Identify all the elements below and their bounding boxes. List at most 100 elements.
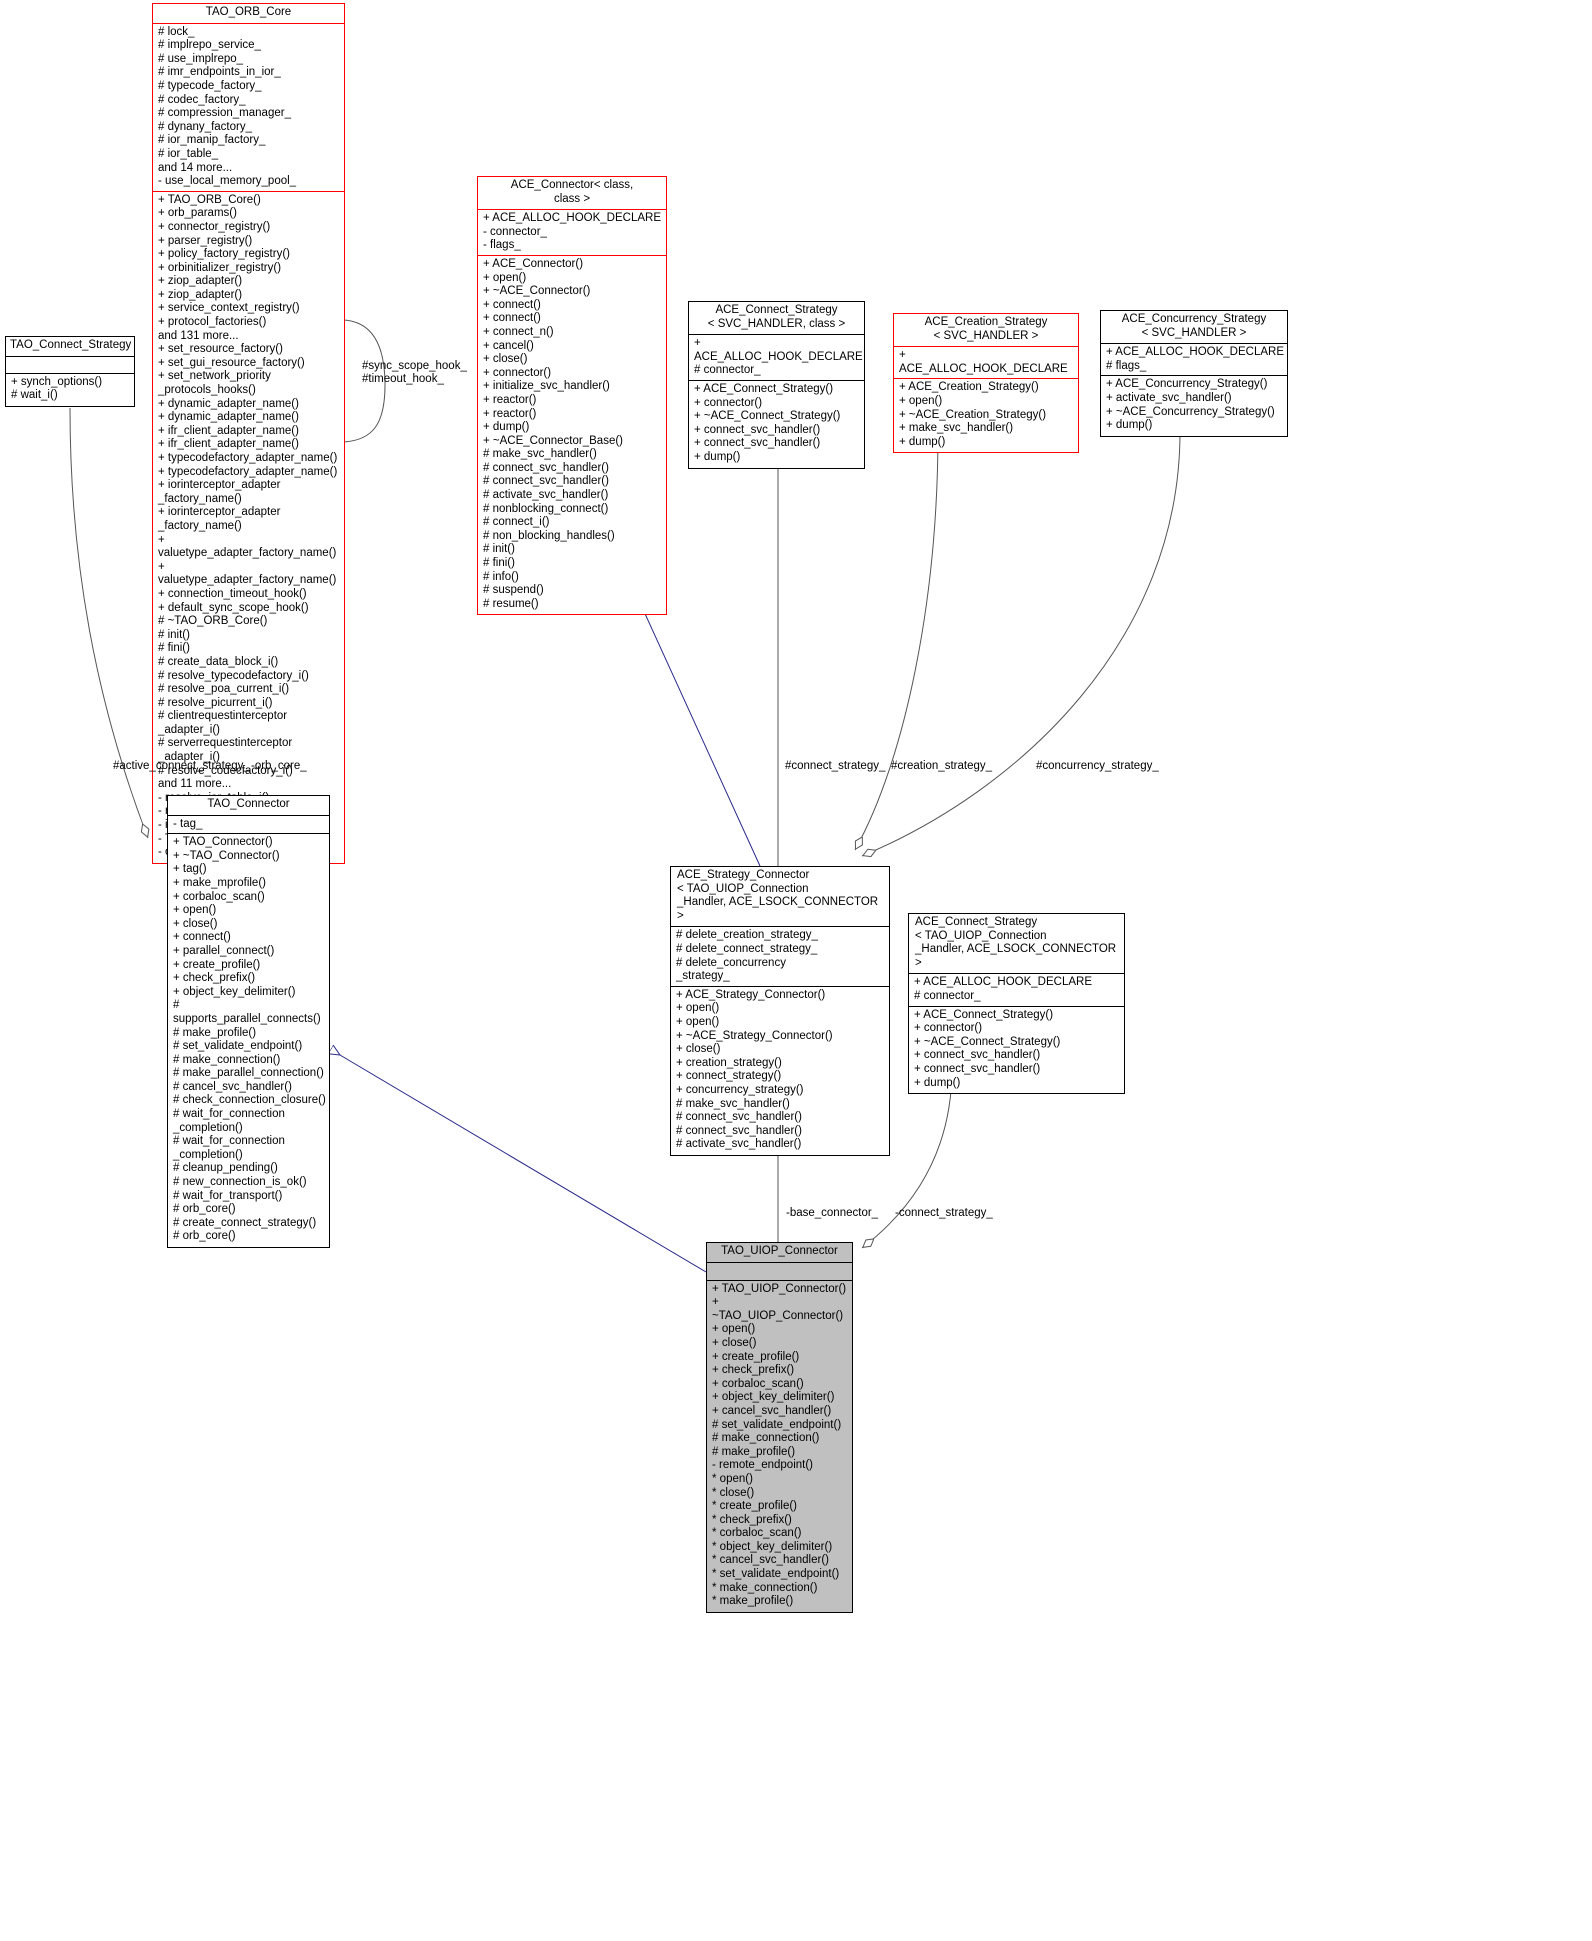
operation-row: + tag() xyxy=(173,863,207,876)
operation-row: + close() xyxy=(712,1336,757,1349)
operation-row: # new_connection_is_ok() xyxy=(173,1176,307,1189)
operation-row: + ifr_client_adapter_name() xyxy=(158,424,299,437)
class-box-ace-strategy-connector[interactable]: ACE_Strategy_Connector < TAO_UIOP_Connec… xyxy=(670,866,890,1156)
operation-row: * close() xyxy=(712,1486,755,1499)
attribute-row: - connector_ xyxy=(483,225,547,238)
operation-row-more: and 131 more... xyxy=(158,329,239,342)
operation-row: + activate_svc_handler() xyxy=(1106,391,1232,404)
operation-row: # orb_core() xyxy=(173,1230,236,1243)
operation-row: # make_connection() xyxy=(173,1053,281,1066)
class-attributes-tao-connector: - tag_ xyxy=(168,816,329,835)
operation-row: + synch_options() xyxy=(11,375,103,388)
attribute-row: # codec_factory_ xyxy=(158,93,246,106)
operation-row: + ACE_Concurrency_Strategy() xyxy=(1106,378,1268,391)
operation-row: # make_parallel_connection() xyxy=(173,1067,324,1080)
class-attributes-tao-uiop-connector xyxy=(707,1263,852,1281)
operation-row: + dump() xyxy=(483,421,530,434)
operation-row: + TAO_UIOP_Connector() xyxy=(712,1282,847,1295)
operation-row: + TAO_ORB_Core() xyxy=(158,193,261,206)
attribute-row: # ior_table_ xyxy=(158,147,219,160)
attribute-row: - use_local_memory_pool_ xyxy=(158,175,297,188)
operation-row: + object_key_delimiter() xyxy=(712,1391,835,1404)
operation-row: # connect_svc_handler() xyxy=(483,461,609,474)
operation-row: * open() xyxy=(712,1472,753,1485)
operation-row: + default_sync_scope_hook() xyxy=(158,601,309,614)
operation-row: # make_profile() xyxy=(712,1445,796,1458)
operation-row: + ~ACE_Connector() xyxy=(483,285,591,298)
operation-row: # resolve_poa_current_i() xyxy=(158,683,290,696)
operation-row: # nonblocking_connect() xyxy=(483,502,609,515)
operation-row: # set_validate_endpoint() xyxy=(173,1040,303,1053)
edge-label-sync-scope-timeout-hook: #sync_scope_hook_ #timeout_hook_ xyxy=(362,360,467,385)
operation-row: + typecodefactory_adapter_name() xyxy=(158,465,338,478)
operation-row: + connection_timeout_hook() xyxy=(158,587,307,600)
operation-row: + set_network_priority _protocols_hooks(… xyxy=(158,370,271,397)
class-attributes-ace-connect-strategy-uiop: + ACE_ALLOC_HOOK_DECLARE # connector_ xyxy=(909,974,1124,1007)
operation-row: + connect_strategy() xyxy=(676,1070,782,1083)
attribute-row: # connector_ xyxy=(914,989,981,1002)
operation-row: * create_profile() xyxy=(712,1500,798,1513)
class-box-ace-concurrency-strategy[interactable]: ACE_Concurrency_Strategy < SVC_HANDLER >… xyxy=(1100,310,1288,437)
operation-row: # wait_i() xyxy=(11,389,58,402)
class-attributes-ace-connector: + ACE_ALLOC_HOOK_DECLARE - connector_ - … xyxy=(478,210,666,256)
attribute-row: # dynany_factory_ xyxy=(158,120,252,133)
attribute-row: + ACE_ALLOC_HOOK_DECLARE xyxy=(694,337,863,363)
operation-row: + ~TAO_UIOP_Connector() xyxy=(712,1296,844,1322)
class-title-tao-connector: TAO_Connector xyxy=(168,796,329,816)
operation-row: + ~ACE_Connect_Strategy() xyxy=(694,410,841,423)
class-box-ace-connect-strategy-uiop[interactable]: ACE_Connect_Strategy < TAO_UIOP_Connecti… xyxy=(908,913,1125,1095)
operation-row: + open() xyxy=(899,394,943,407)
operation-row: + typecodefactory_adapter_name() xyxy=(158,452,338,464)
operation-row: + create_profile() xyxy=(712,1350,800,1363)
operation-row: # init() xyxy=(158,628,190,641)
operation-row: + dump() xyxy=(1106,419,1153,432)
operation-row: # resolve_typecodefactory_i() xyxy=(158,669,309,682)
operation-row: + policy_factory_registry() xyxy=(158,248,290,261)
class-box-ace-creation-strategy[interactable]: ACE_Creation_Strategy < SVC_HANDLER > + … xyxy=(893,313,1079,454)
attribute-row: # lock_ xyxy=(158,25,195,38)
operation-row: # supports_parallel_connects() xyxy=(173,999,321,1025)
operation-row: + ziop_adapter() xyxy=(158,288,243,301)
operation-row: + parser_registry() xyxy=(158,234,253,247)
operation-row: + make_mprofile() xyxy=(173,876,266,889)
class-attributes-ace-concurrency-strategy: + ACE_ALLOC_HOOK_DECLARE # flags_ xyxy=(1101,344,1287,377)
operation-row: + valuetype_adapter_factory_name() xyxy=(158,533,337,560)
edge-label-base-connector: -base_connector_ xyxy=(786,1207,879,1219)
operation-row: + ~ACE_Connector_Base() xyxy=(483,434,623,447)
class-attributes-tao-orb-core: # lock_ # implrepo_service_ # use_implre… xyxy=(153,24,344,192)
class-box-ace-connect-strategy-generic[interactable]: ACE_Connect_Strategy < SVC_HANDLER, clas… xyxy=(688,301,865,469)
operation-row: + initialize_svc_handler() xyxy=(483,380,610,393)
class-box-tao-connect-strategy[interactable]: TAO_Connect_Strategy + synch_options() #… xyxy=(5,336,135,407)
operation-row: + connect_svc_handler() xyxy=(914,1049,1041,1062)
operation-row: + ACE_Connect_Strategy() xyxy=(694,382,834,395)
class-box-tao-uiop-connector[interactable]: TAO_UIOP_Connector + TAO_UIOP_Connector(… xyxy=(706,1242,853,1613)
operation-row: + iorinterceptor_adapter _factory_name() xyxy=(158,479,281,505)
operation-row: * corbaloc_scan() xyxy=(712,1527,802,1540)
operation-row: + close() xyxy=(173,917,218,930)
operation-row: + make_svc_handler() xyxy=(899,422,1014,435)
operation-row: + dump() xyxy=(914,1076,961,1089)
operation-row: * set_validate_endpoint() xyxy=(712,1568,840,1581)
class-box-tao-orb-core[interactable]: TAO_ORB_Core # lock_ # implrepo_service_… xyxy=(152,3,345,864)
operation-row: + dynamic_adapter_name() xyxy=(158,411,299,424)
operation-row: + parallel_connect() xyxy=(173,944,275,957)
class-operations-ace-connector: + ACE_Connector() + open() + ~ACE_Connec… xyxy=(478,256,666,614)
attribute-row: # delete_concurrency _strategy_ xyxy=(676,956,786,983)
operation-row: + creation_strategy() xyxy=(676,1056,782,1069)
operation-row: + connector() xyxy=(694,396,763,409)
attribute-row: # compression_manager_ xyxy=(158,107,291,120)
operation-row: * make_profile() xyxy=(712,1595,794,1608)
class-operations-tao-uiop-connector: + TAO_UIOP_Connector() + ~TAO_UIOP_Conne… xyxy=(707,1281,852,1612)
operation-row: + cancel() xyxy=(483,339,534,352)
class-box-ace-connector[interactable]: ACE_Connector< class, class > + ACE_ALLO… xyxy=(477,176,667,616)
attribute-row: # connector_ xyxy=(694,364,761,377)
operation-row: + ACE_Creation_Strategy() xyxy=(899,381,1039,394)
class-box-tao-connector[interactable]: TAO_Connector - tag_ + TAO_Connector() +… xyxy=(167,795,330,1248)
class-title-tao-uiop-connector: TAO_UIOP_Connector xyxy=(707,1243,852,1263)
operation-row: # wait_for_transport() xyxy=(173,1189,283,1202)
operation-row: # activate_svc_handler() xyxy=(676,1138,802,1151)
operation-row: # set_validate_endpoint() xyxy=(712,1418,842,1431)
class-operations-tao-connect-strategy: + synch_options() # wait_i() xyxy=(6,374,134,406)
attribute-row: - tag_ xyxy=(173,817,203,830)
operation-row: + ~ACE_Connect_Strategy() xyxy=(914,1035,1061,1048)
